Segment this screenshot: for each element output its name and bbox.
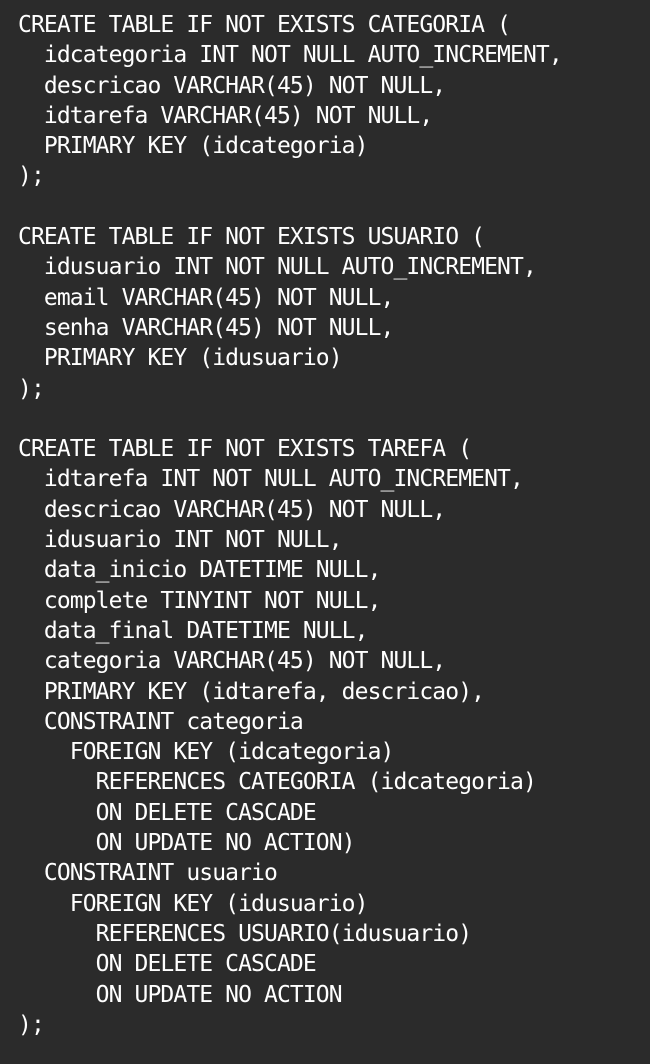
code-line: CREATE TABLE IF NOT EXISTS USUARIO ( xyxy=(18,224,485,251)
code-line: PRIMARY KEY (idtarefa, descricao), xyxy=(18,678,485,705)
code-line: FOREIGN KEY (idusuario) xyxy=(18,890,369,917)
code-line: REFERENCES USUARIO(idusuario) xyxy=(18,920,472,947)
code-line: CONSTRAINT categoria xyxy=(18,708,304,735)
code-line: PRIMARY KEY (idcategoria) xyxy=(18,133,369,160)
code-line: CREATE TABLE IF NOT EXISTS TAREFA ( xyxy=(18,436,472,463)
code-line: categoria VARCHAR(45) NOT NULL, xyxy=(18,648,446,675)
code-line: ON UPDATE NO ACTION xyxy=(18,981,343,1008)
code-line: ON DELETE CASCADE xyxy=(18,951,317,978)
code-line: ); xyxy=(18,375,45,402)
code-line: ); xyxy=(18,163,45,190)
code-line: descricao VARCHAR(45) NOT NULL, xyxy=(18,496,446,523)
code-line: ON DELETE CASCADE xyxy=(18,799,317,826)
code-line: FOREIGN KEY (idcategoria) xyxy=(18,739,395,766)
code-line: complete TINYINT NOT NULL, xyxy=(18,587,382,614)
code-line: senha VARCHAR(45) NOT NULL, xyxy=(18,314,394,341)
code-line: REFERENCES CATEGORIA (idcategoria) xyxy=(18,769,537,796)
code-line: idtarefa INT NOT NULL AUTO_INCREMENT, xyxy=(18,466,524,493)
code-line: email VARCHAR(45) NOT NULL, xyxy=(18,284,394,311)
code-line: data_final DATETIME NULL, xyxy=(18,617,369,644)
code-line: idcategoria INT NOT NULL AUTO_INCREMENT, xyxy=(18,42,563,69)
code-line: data_inicio DATETIME NULL, xyxy=(18,557,382,584)
code-line: idusuario INT NOT NULL AUTO_INCREMENT, xyxy=(18,254,537,281)
code-line: descricao VARCHAR(45) NOT NULL, xyxy=(18,72,446,99)
code-line: PRIMARY KEY (idusuario) xyxy=(18,345,343,372)
code-line: idusuario INT NOT NULL, xyxy=(18,527,343,554)
code-line: idtarefa VARCHAR(45) NOT NULL, xyxy=(18,102,433,129)
code-line: ); xyxy=(18,1011,45,1038)
code-line: CREATE TABLE IF NOT EXISTS CATEGORIA ( xyxy=(18,12,511,38)
code-line: ON UPDATE NO ACTION) xyxy=(18,830,356,857)
sql-code-view[interactable]: CREATE TABLE IF NOT EXISTS CATEGORIA ( i… xyxy=(0,0,650,1064)
code-line: CONSTRAINT usuario xyxy=(18,860,278,887)
